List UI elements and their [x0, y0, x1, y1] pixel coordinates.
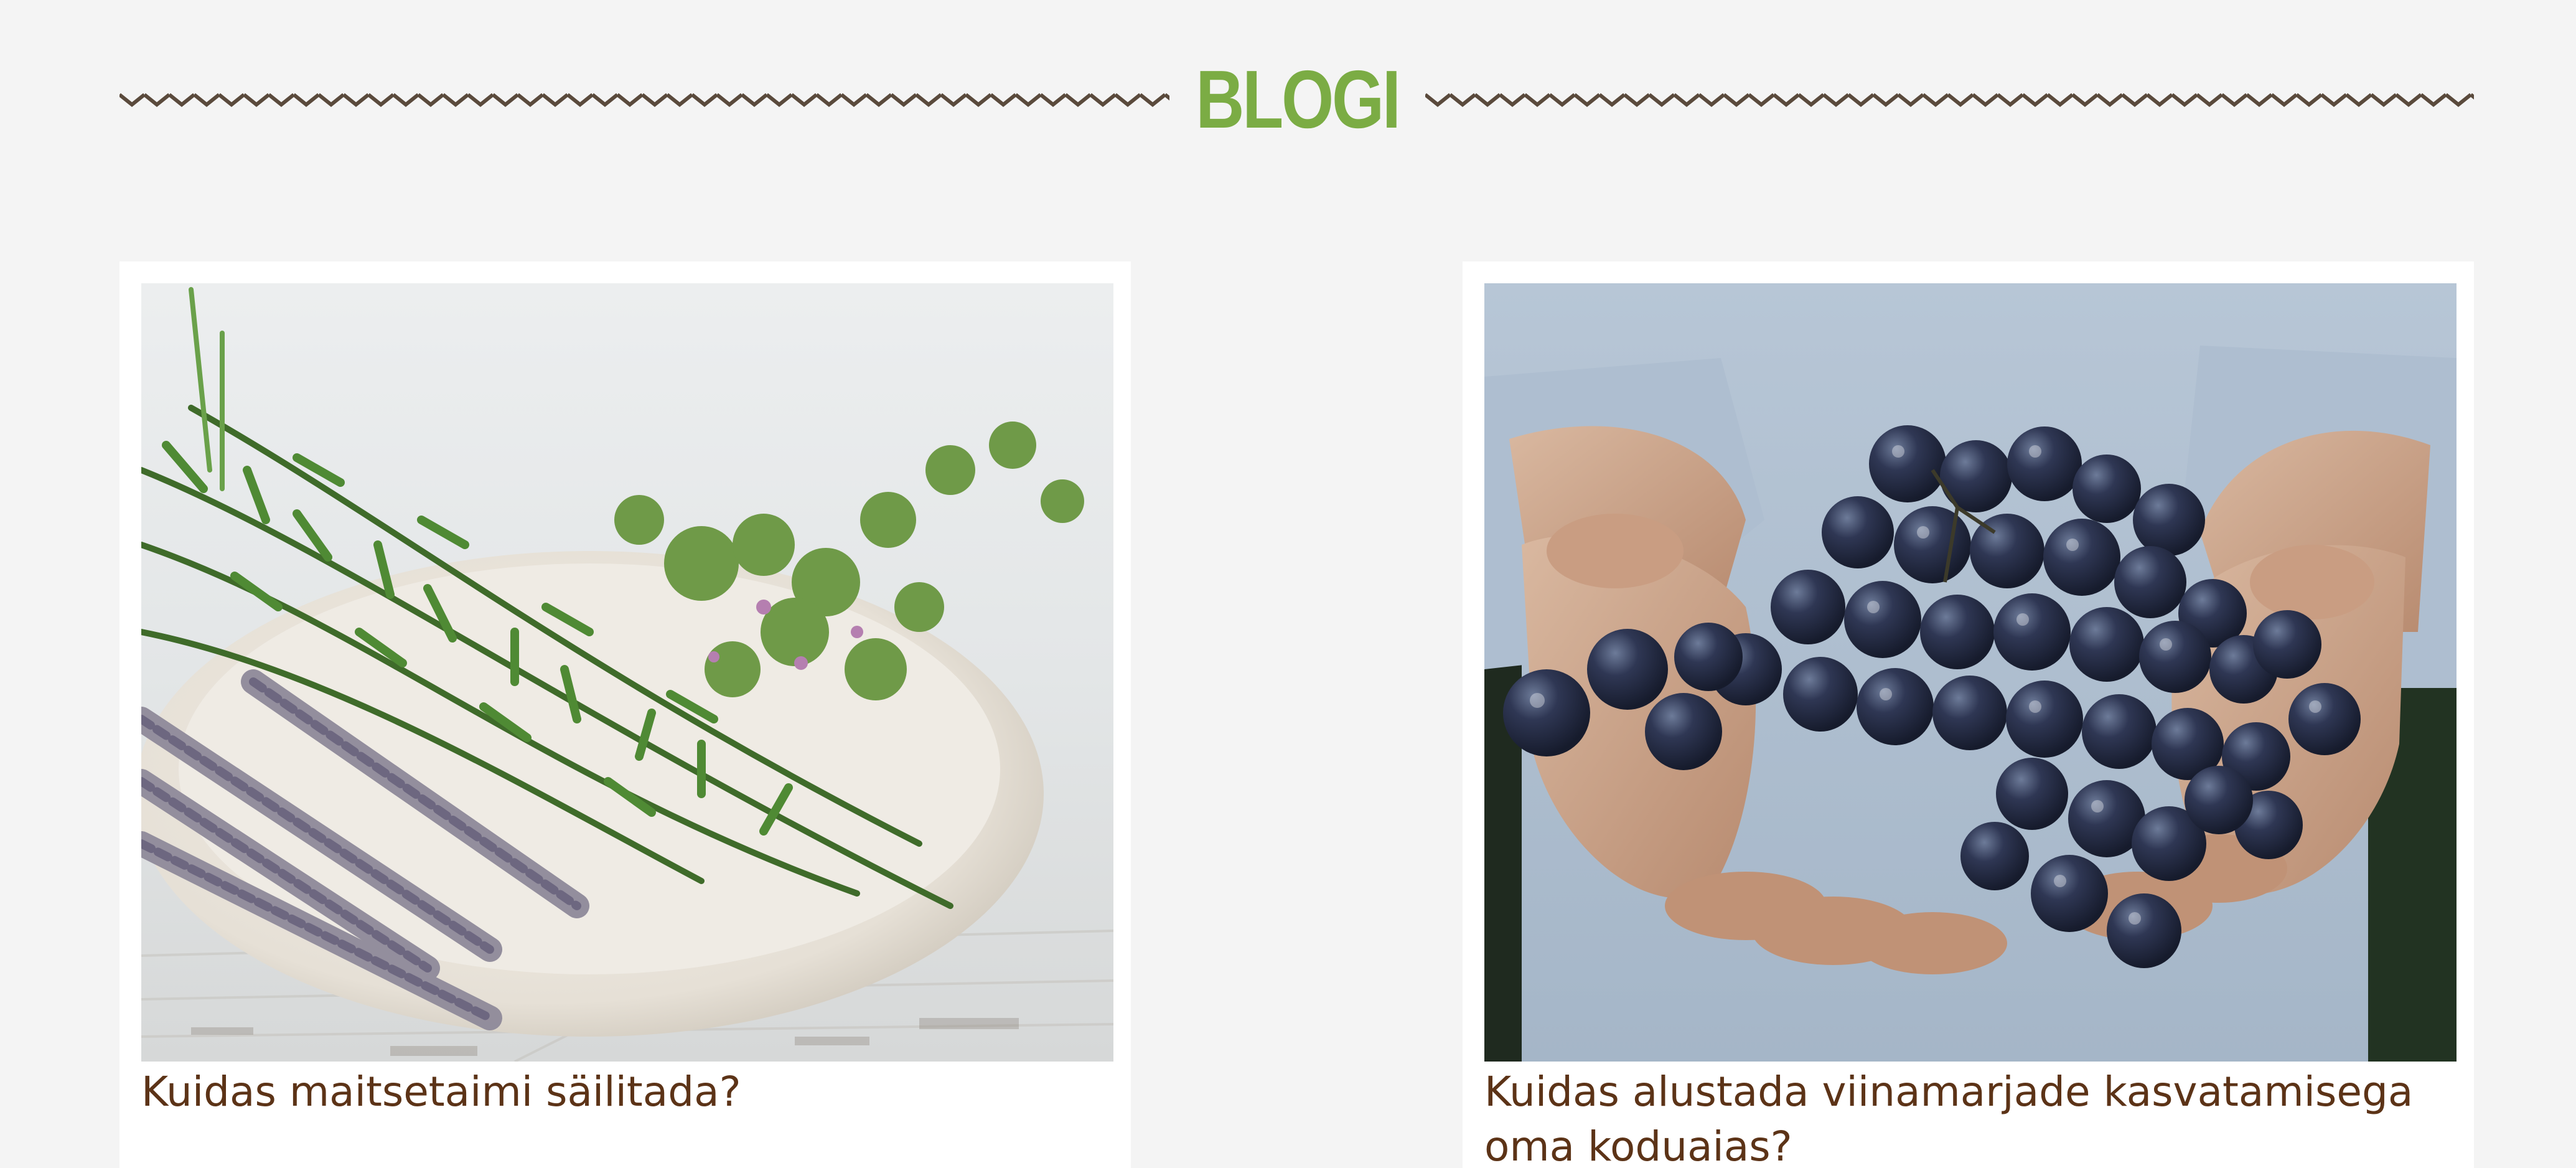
- zigzag-divider-left: [119, 87, 1169, 112]
- grapes-photo: [1484, 283, 2457, 1062]
- blog-post-card[interactable]: Kuidas maitsetaimi säilitada?: [119, 261, 1131, 1168]
- section-title: BLOGI: [1196, 54, 1401, 145]
- blog-post-card[interactable]: Kuidas alustada viinamarjade kasvatamise…: [1463, 261, 2474, 1168]
- herbs-photo: [141, 283, 1113, 1062]
- zigzag-divider-right: [1425, 87, 2474, 112]
- post-title[interactable]: Kuidas maitsetaimi säilitada?: [141, 1065, 1113, 1119]
- post-image-grapes[interactable]: [1484, 283, 2457, 1062]
- post-title[interactable]: Kuidas alustada viinamarjade kasvatamise…: [1484, 1065, 2457, 1168]
- post-image-herbs[interactable]: [141, 283, 1113, 1062]
- blog-section-header: BLOGI: [119, 37, 2474, 162]
